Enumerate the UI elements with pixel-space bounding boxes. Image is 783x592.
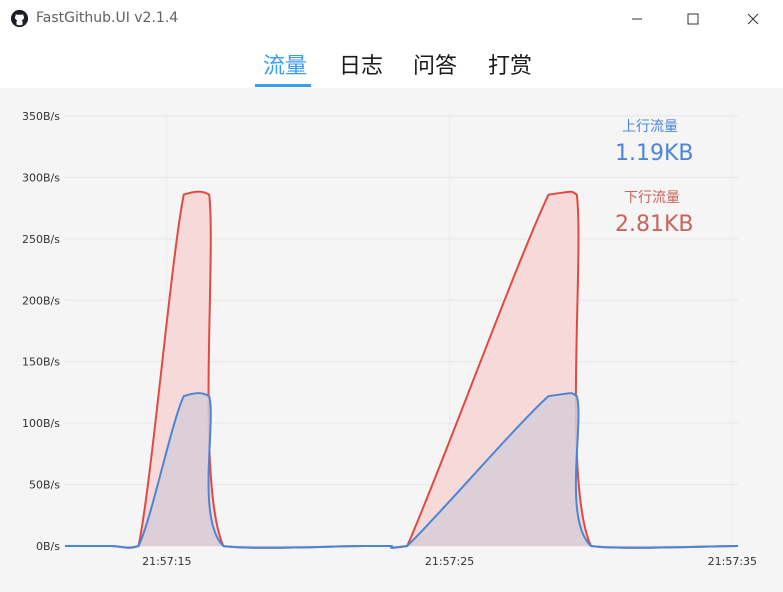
upload-total-value: 1.19KB bbox=[615, 141, 694, 166]
download-legend-label: 下行流量 bbox=[624, 190, 680, 206]
tab-bar: 流量 日志 问答 打赏 bbox=[0, 38, 783, 88]
active-tab-indicator bbox=[255, 84, 311, 87]
y-tick-label: 350B/s bbox=[22, 110, 60, 123]
y-tick-label: 300B/s bbox=[22, 171, 60, 184]
tab-faq[interactable]: 问答 bbox=[413, 48, 457, 80]
title-bar[interactable]: FastGithub.UI v2.1.4 bbox=[0, 0, 783, 38]
tab-traffic[interactable]: 流量 bbox=[263, 48, 307, 80]
maximize-button[interactable] bbox=[670, 0, 716, 38]
x-tick-label: 21:57:15 bbox=[142, 555, 191, 568]
y-tick-label: 50B/s bbox=[29, 479, 60, 492]
close-button[interactable] bbox=[730, 0, 776, 38]
chart-areas bbox=[64, 190, 739, 549]
tab-logs[interactable]: 日志 bbox=[339, 48, 383, 80]
minimize-icon bbox=[632, 18, 642, 20]
y-tick-label: 0B/s bbox=[36, 540, 60, 553]
maximize-icon bbox=[687, 13, 699, 25]
x-tick-label: 21:57:35 bbox=[708, 555, 757, 568]
y-tick-label: 250B/s bbox=[22, 233, 60, 246]
tab-donate[interactable]: 打赏 bbox=[488, 48, 532, 80]
main-window: FastGithub.UI v2.1.4 流量 日志 问答 打赏 0B/s 50B… bbox=[0, 0, 783, 592]
y-tick-label: 100B/s bbox=[22, 417, 60, 430]
minimize-button[interactable] bbox=[614, 0, 660, 38]
window-title: FastGithub.UI v2.1.4 bbox=[36, 10, 179, 26]
y-axis-ticks: 0B/s 50B/s 100B/s 150B/s 200B/s 250B/s 300B/s 3… bbox=[22, 110, 60, 553]
x-tick-label: 21:57:25 bbox=[425, 555, 474, 568]
download-total-value: 2.81KB bbox=[615, 212, 694, 237]
upload-legend-label: 上行流量 bbox=[622, 119, 678, 135]
github-logo-icon bbox=[11, 10, 28, 27]
x-axis-ticks: 21:57:15 21:57:25 21:57:35 bbox=[142, 555, 757, 568]
close-icon bbox=[747, 13, 759, 25]
y-tick-label: 150B/s bbox=[22, 356, 60, 369]
y-tick-label: 200B/s bbox=[22, 294, 60, 307]
